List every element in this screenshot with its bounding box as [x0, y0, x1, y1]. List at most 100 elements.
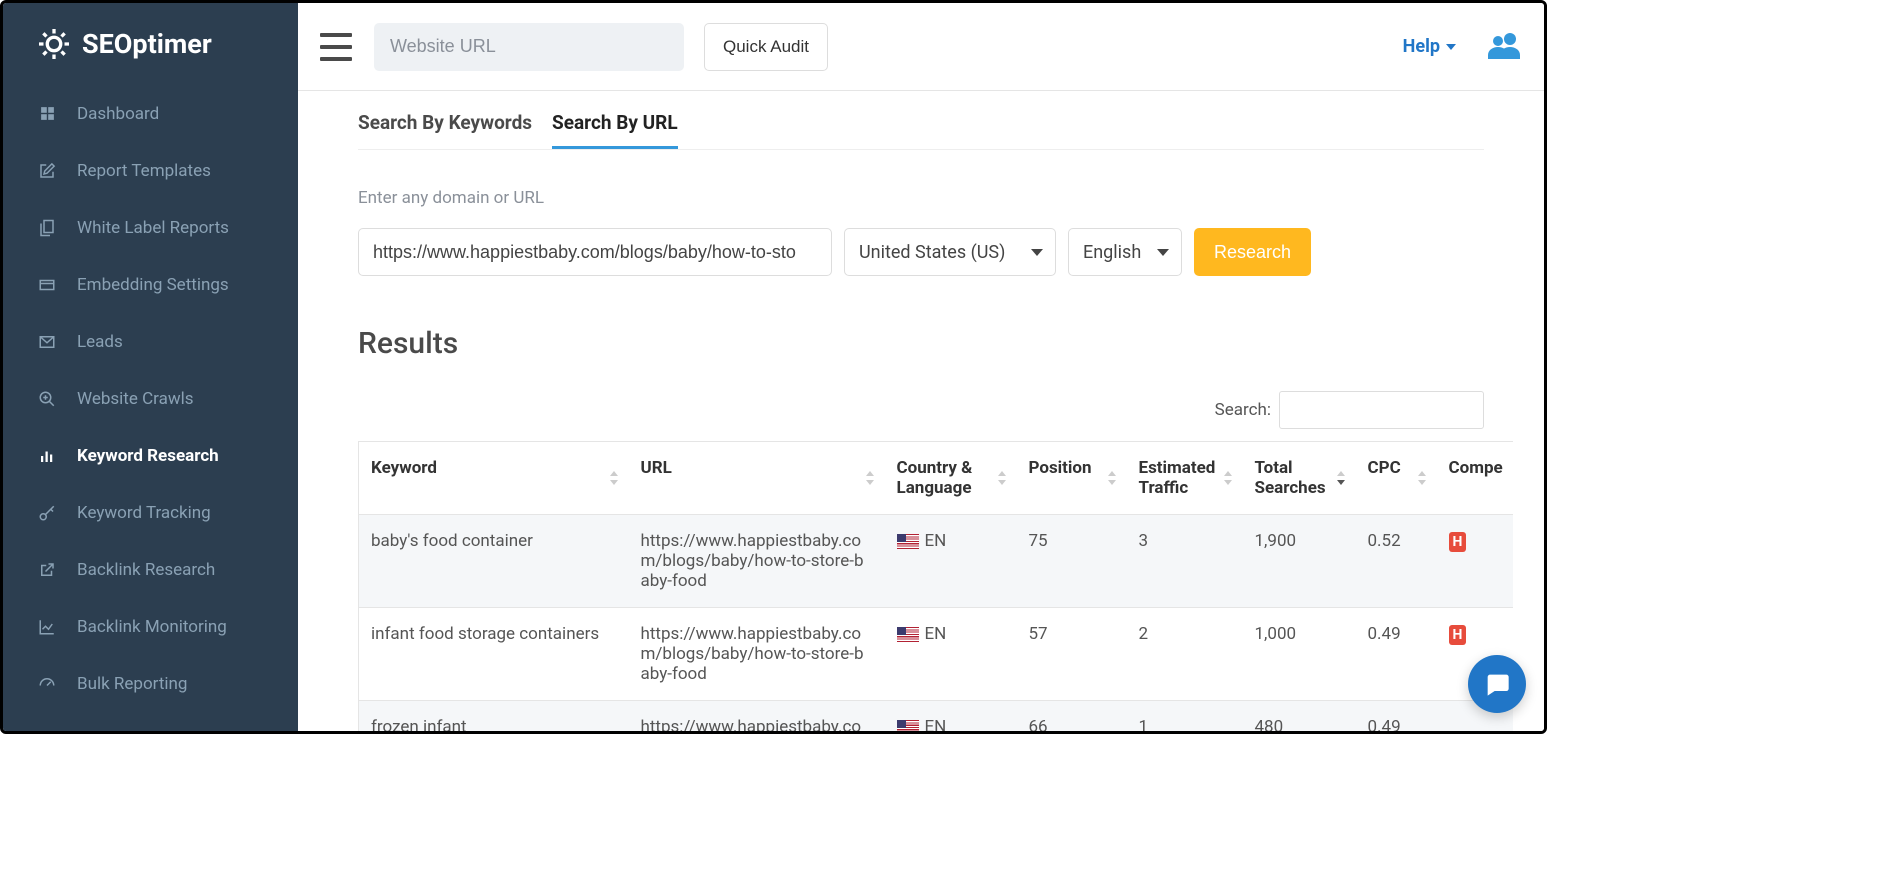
tab-search-by-keywords[interactable]: Search By Keywords [358, 111, 532, 149]
cell-keyword: frozen infant [359, 701, 629, 732]
table-row: infant food storage containers https://w… [359, 608, 1513, 701]
cell-url: https://www.happiestbaby.com/blogs/baby/… [629, 515, 885, 608]
sidebar-item-dashboard[interactable]: Dashboard [3, 85, 298, 142]
content: Search By Keywords Search By URL Enter a… [298, 91, 1544, 731]
sort-icon [609, 471, 619, 485]
external-link-icon [37, 560, 57, 580]
sidebar-item-label: Leads [77, 332, 123, 352]
chat-icon [1483, 670, 1511, 698]
sidebar-item-backlink-research[interactable]: Backlink Research [3, 541, 298, 598]
table-search-input[interactable] [1279, 391, 1484, 429]
sidebar-item-label: Keyword Tracking [77, 503, 211, 523]
cell-traffic: 3 [1127, 515, 1243, 608]
cell-cpc: 0.52 [1356, 515, 1437, 608]
us-flag-icon [897, 627, 919, 642]
key-icon [37, 503, 57, 523]
quick-audit-button[interactable]: Quick Audit [704, 23, 828, 71]
domain-url-input[interactable] [358, 228, 832, 276]
table-header-row: Keyword URL Country & Language Position … [359, 442, 1513, 515]
menu-toggle-icon[interactable] [320, 33, 352, 61]
col-estimated-traffic[interactable]: Estimated Traffic [1127, 442, 1243, 515]
competition-badge: H [1449, 532, 1467, 552]
sidebar-item-label: Keyword Research [77, 446, 219, 466]
sidebar: SEOptimer Dashboard Report Templates Whi… [3, 3, 298, 731]
chevron-down-icon [1157, 249, 1169, 256]
language-select[interactable]: English [1068, 228, 1182, 276]
header-right: Help [1403, 31, 1522, 63]
sidebar-item-report-templates[interactable]: Report Templates [3, 142, 298, 199]
website-url-input[interactable] [374, 23, 684, 71]
sidebar-item-keyword-tracking[interactable]: Keyword Tracking [3, 484, 298, 541]
main: Quick Audit Help Search By Ke [298, 3, 1544, 731]
search-row: United States (US) English Research [358, 228, 1484, 276]
cell-position: 66 [1017, 701, 1127, 732]
col-cpc[interactable]: CPC [1356, 442, 1437, 515]
research-button[interactable]: Research [1194, 228, 1311, 276]
sort-icon [1107, 471, 1117, 485]
gauge-icon [37, 674, 57, 694]
sidebar-item-white-label-reports[interactable]: White Label Reports [3, 199, 298, 256]
sort-icon [997, 471, 1007, 485]
app-frame: SEOptimer Dashboard Report Templates Whi… [0, 0, 1547, 734]
sidebar-nav: Dashboard Report Templates White Label R… [3, 85, 298, 712]
sort-icon [1417, 471, 1427, 485]
sidebar-item-label: Bulk Reporting [77, 674, 187, 694]
sort-icon [1223, 471, 1233, 485]
col-competition[interactable]: Compe [1437, 442, 1513, 515]
table-search-label: Search: [1215, 400, 1271, 420]
cell-url: https://www.happiestbaby.com/blogs/baby/… [629, 608, 885, 701]
cell-searches: 1,900 [1243, 515, 1356, 608]
cell-traffic: 1 [1127, 701, 1243, 732]
sidebar-item-label: Embedding Settings [77, 275, 229, 295]
files-icon [37, 218, 57, 238]
table-row: baby's food container https://www.happie… [359, 515, 1513, 608]
sidebar-item-leads[interactable]: Leads [3, 313, 298, 370]
chat-widget-button[interactable] [1468, 655, 1526, 713]
col-keyword[interactable]: Keyword [359, 442, 629, 515]
sidebar-item-website-crawls[interactable]: Website Crawls [3, 370, 298, 427]
cell-position: 75 [1017, 515, 1127, 608]
sidebar-item-label: Backlink Monitoring [77, 617, 227, 637]
search-plus-icon [37, 389, 57, 409]
sidebar-item-label: Dashboard [77, 104, 159, 124]
sidebar-item-backlink-monitoring[interactable]: Backlink Monitoring [3, 598, 298, 655]
cell-cpc: 0.49 [1356, 701, 1437, 732]
sort-desc-icon [1336, 471, 1346, 485]
cell-traffic: 2 [1127, 608, 1243, 701]
col-position[interactable]: Position [1017, 442, 1127, 515]
sidebar-item-embedding-settings[interactable]: Embedding Settings [3, 256, 298, 313]
country-select-value: United States (US) [859, 242, 1005, 263]
line-chart-icon [37, 617, 57, 637]
cell-position: 57 [1017, 608, 1127, 701]
country-select[interactable]: United States (US) [844, 228, 1056, 276]
cell-country-language: EN [885, 608, 1017, 701]
cell-searches: 1,000 [1243, 608, 1356, 701]
helper-text: Enter any domain or URL [358, 188, 1484, 208]
results-table: Keyword URL Country & Language Position … [358, 441, 1513, 731]
results-title: Results [358, 326, 1484, 361]
header: Quick Audit Help [298, 3, 1544, 91]
sidebar-item-label: Report Templates [77, 161, 211, 181]
chevron-down-icon [1031, 249, 1043, 256]
cell-country-language: EN [885, 701, 1017, 732]
sidebar-item-bulk-reporting[interactable]: Bulk Reporting [3, 655, 298, 712]
cell-keyword: infant food storage containers [359, 608, 629, 701]
sidebar-item-label: White Label Reports [77, 218, 229, 238]
sidebar-item-keyword-research[interactable]: Keyword Research [3, 427, 298, 484]
cell-cpc: 0.49 [1356, 608, 1437, 701]
chevron-down-icon [1446, 44, 1456, 50]
help-dropdown[interactable]: Help [1403, 36, 1456, 57]
tab-search-by-url[interactable]: Search By URL [552, 111, 678, 149]
competition-badge: H [1449, 625, 1467, 645]
edit-icon [37, 161, 57, 181]
mail-icon [37, 332, 57, 352]
help-label: Help [1403, 36, 1440, 57]
col-country-language[interactable]: Country & Language [885, 442, 1017, 515]
cell-searches: 480 [1243, 701, 1356, 732]
table-search-container: Search: [358, 391, 1484, 429]
col-url[interactable]: URL [629, 442, 885, 515]
embed-icon [37, 275, 57, 295]
logo[interactable]: SEOptimer [3, 3, 298, 85]
col-total-searches[interactable]: Total Searches [1243, 442, 1356, 515]
users-icon[interactable] [1486, 31, 1522, 63]
